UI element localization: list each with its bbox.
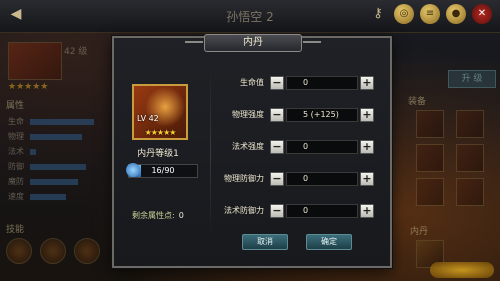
equipment-slot[interactable] — [456, 144, 484, 172]
skill-icon[interactable] — [40, 238, 66, 264]
watermark-logo — [430, 262, 494, 278]
equipment-title: 装备 — [408, 97, 427, 107]
stat-value-field: 5 (+125) — [286, 108, 358, 122]
decrease-button[interactable]: − — [270, 204, 284, 218]
attr-row: 速度 — [8, 191, 108, 203]
pill-level-label: 内丹等级1 — [137, 149, 179, 159]
dialog-title: 内丹 — [185, 34, 321, 52]
stat-label: 生命值 — [240, 78, 264, 87]
attr-row: 防御 — [8, 161, 108, 173]
decrease-button[interactable]: − — [270, 172, 284, 186]
stat-value-field: 0 — [286, 76, 358, 90]
stat-label: 法术强度 — [232, 142, 264, 151]
gold-bag-icon[interactable]: ● — [446, 4, 466, 24]
confirm-button[interactable]: 确定 — [306, 234, 352, 250]
stat-value-field: 0 — [286, 140, 358, 154]
inner-pill-dialog: 内丹 LV 42 ★★★★★ 内丹等级1 16/90 剩余属性点: 0 生命值 −… — [112, 34, 392, 268]
stat-row-magic-defense: 法术防御力 − 0 + — [214, 204, 382, 218]
attr-row: 法术 — [8, 146, 108, 158]
progress-text: 16/90 — [151, 166, 175, 175]
cancel-button[interactable]: 取消 — [242, 234, 288, 250]
increase-button[interactable]: + — [360, 172, 374, 186]
equipment-slot[interactable] — [456, 110, 484, 138]
increase-button[interactable]: + — [360, 76, 374, 90]
increase-button[interactable]: + — [360, 204, 374, 218]
skill-icon[interactable] — [6, 238, 32, 264]
scroll-icon[interactable]: ≡ — [420, 4, 440, 24]
stat-row-physical-defense: 物理防御力 − 0 + — [214, 172, 382, 186]
back-arrow-icon[interactable]: ◀ — [6, 4, 26, 24]
hero-thumbnail[interactable] — [8, 42, 62, 80]
pill-progress-bar: 16/90 — [126, 163, 198, 178]
stat-value-field: 0 — [286, 172, 358, 186]
coin-icon[interactable]: ◎ — [394, 4, 414, 24]
equipment-slot[interactable] — [416, 144, 444, 172]
hero-stars: ★★★★★ — [8, 82, 49, 92]
decrease-button[interactable]: − — [270, 76, 284, 90]
hero-level-label: 42 级 — [64, 47, 88, 57]
key-icon[interactable]: ⚷ — [368, 4, 388, 24]
stat-row-magic-power: 法术强度 − 0 + — [214, 140, 382, 154]
upgrade-button[interactable]: 升 级 — [448, 70, 496, 88]
hero-name-title: 孙悟空 2 — [226, 10, 274, 24]
portrait-level: LV 42 — [137, 114, 159, 123]
hero-portrait: LV 42 ★★★★★ — [132, 84, 188, 140]
attr-row: 生命 — [8, 116, 108, 128]
portrait-stars: ★★★★★ — [144, 128, 177, 137]
stat-row-physical-power: 物理强度 − 5 (+125) + — [214, 108, 382, 122]
equipment-slot[interactable] — [416, 178, 444, 206]
attr-row: 物理 — [8, 131, 108, 143]
equipment-panel: 升 级 装备 内丹 — [388, 34, 500, 281]
divider — [210, 68, 211, 238]
decrease-button[interactable]: − — [270, 108, 284, 122]
decrease-button[interactable]: − — [270, 140, 284, 154]
close-icon[interactable]: ✕ — [472, 4, 492, 24]
remaining-points-value: 0 — [178, 211, 184, 220]
equipment-slot[interactable] — [456, 178, 484, 206]
remaining-points: 剩余属性点: 0 — [132, 210, 184, 221]
skills-title: 技能 — [6, 225, 25, 235]
stat-value-field: 0 — [286, 204, 358, 218]
stat-label: 法术防御力 — [224, 206, 264, 215]
hero-info-panel: 42 级 ★★★★★ 属性 生命 物理 法术 防御 魔防 速度 技能 — [0, 34, 110, 281]
stat-label: 物理防御力 — [224, 174, 264, 183]
equipment-slot[interactable] — [416, 110, 444, 138]
increase-button[interactable]: + — [360, 140, 374, 154]
skill-icon[interactable] — [74, 238, 100, 264]
attr-row: 魔防 — [8, 176, 108, 188]
stat-row-hp: 生命值 − 0 + — [214, 76, 382, 90]
inner-pill-title: 内丹 — [410, 227, 429, 237]
remaining-points-label: 剩余属性点: — [132, 211, 175, 220]
increase-button[interactable]: + — [360, 108, 374, 122]
stat-label: 物理强度 — [232, 110, 264, 119]
attributes-title: 属性 — [6, 101, 25, 111]
top-bar: ◀ 孙悟空 2 ⚷ ◎ ≡ ● ✕ — [0, 0, 500, 33]
